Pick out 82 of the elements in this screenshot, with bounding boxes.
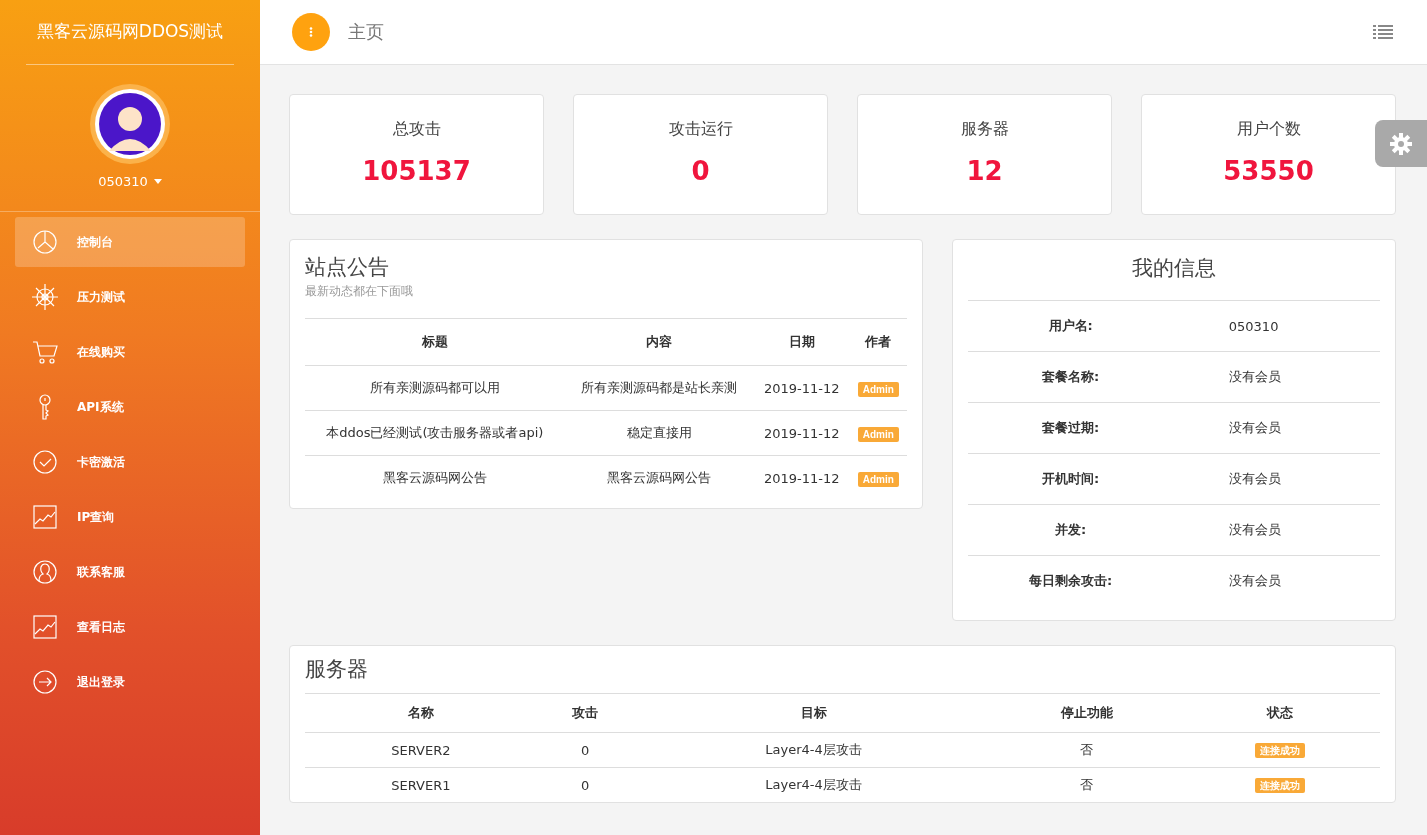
- column-header: 名称: [305, 693, 537, 733]
- stat-value: 0: [691, 156, 710, 186]
- sidebar-item[interactable]: 控制台: [15, 217, 245, 267]
- sidebar-item[interactable]: 联系客服: [15, 547, 245, 597]
- sidebar-item[interactable]: 查看日志: [15, 602, 245, 652]
- card-title: 站点公告: [305, 256, 390, 280]
- stat-value: 105137: [362, 156, 471, 186]
- author-badge: Admin: [857, 426, 899, 442]
- column-header: 目标: [633, 693, 994, 733]
- table-cell: 否: [993, 767, 1180, 803]
- stat-value: 12: [966, 156, 1003, 186]
- sidebar-item[interactable]: 压力测试: [15, 272, 245, 322]
- sidebar-item[interactable]: 卡密激活: [15, 437, 245, 487]
- column-header: 攻击: [536, 693, 634, 733]
- username-dropdown[interactable]: 050310: [96, 172, 164, 191]
- column-header: 内容: [564, 318, 754, 366]
- user-circle-icon: [31, 558, 59, 586]
- info-value: 没有会员: [1173, 453, 1380, 505]
- table-cell: SERVER1: [305, 767, 537, 803]
- stat-label: 总攻击: [392, 119, 441, 140]
- sidebar-item[interactable]: IP查询: [15, 492, 245, 542]
- table-cell: 黑客云源码网公告: [564, 455, 754, 501]
- line-chart-icon: [31, 613, 59, 641]
- info-label: 并发:: [967, 504, 1174, 556]
- author-badge: Admin: [857, 381, 899, 397]
- sidebar-item[interactable]: 退出登录: [15, 657, 245, 707]
- info-value: 没有会员: [1173, 351, 1380, 403]
- table-cell: 0: [536, 767, 634, 803]
- ship-wheel-icon: [31, 283, 59, 311]
- column-header: 作者: [849, 318, 907, 366]
- line-chart-icon: [31, 503, 59, 531]
- settings-icon: [1389, 131, 1413, 156]
- info-value: 050310: [1173, 300, 1380, 352]
- arrow-circle-icon: [31, 668, 59, 696]
- table-cell: 0: [536, 732, 634, 768]
- info-value: 没有会员: [1173, 504, 1380, 556]
- pie-chart-icon: [31, 228, 59, 256]
- card-title: 我的信息: [1130, 255, 1217, 282]
- table-cell: 否: [993, 732, 1180, 768]
- cart-icon: [31, 338, 59, 366]
- table-cell: 2019-11-12: [753, 410, 850, 456]
- table-cell: 所有亲测源码都可以用: [305, 365, 565, 411]
- stat-value: 53550: [1223, 156, 1314, 186]
- table-cell: 所有亲测源码都是站长亲测: [564, 365, 754, 411]
- info-value: 没有会员: [1173, 555, 1380, 606]
- info-label: 套餐过期:: [967, 402, 1174, 454]
- table-cell: 本ddos已经测试(攻击服务器或者api): [305, 410, 565, 456]
- page-title: 主页: [348, 20, 385, 44]
- column-header: 停止功能: [993, 693, 1180, 733]
- sidebar-item[interactable]: 在线购买: [15, 327, 245, 377]
- info-label: 每日剩余攻击:: [967, 555, 1174, 606]
- check-circle-icon: [31, 448, 59, 476]
- table-cell: 2019-11-12: [753, 365, 850, 411]
- table-cell: 黑客云源码网公告: [305, 455, 565, 501]
- table-cell: 稳定直接用: [564, 410, 754, 456]
- more-icon: [309, 27, 313, 37]
- info-label: 用户名:: [967, 300, 1174, 352]
- column-header: 标题: [305, 318, 565, 366]
- info-label: 套餐名称:: [967, 351, 1174, 403]
- site-title: 黑客云源码网DDOS测试: [36, 20, 224, 43]
- stat-label: 用户个数: [1236, 119, 1301, 140]
- card-subtitle: 最新动态都在下面哦: [305, 283, 414, 301]
- status-badge: 连接成功: [1254, 778, 1305, 794]
- table-cell: Layer4-4层攻击: [633, 767, 994, 803]
- table-cell: Layer4-4层攻击: [633, 732, 994, 768]
- info-label: 开机时间:: [967, 453, 1174, 505]
- stat-label: 攻击运行: [668, 119, 733, 140]
- author-badge: Admin: [857, 471, 899, 487]
- more-button[interactable]: [292, 13, 330, 51]
- column-header: 日期: [753, 318, 850, 366]
- status-badge: 连接成功: [1254, 743, 1305, 759]
- sidebar-item[interactable]: API系统: [15, 382, 245, 432]
- card-title: 服务器: [305, 658, 369, 682]
- user-silhouette-icon: [95, 89, 165, 159]
- table-cell: SERVER2: [305, 732, 537, 768]
- stat-label: 服务器: [960, 119, 1009, 140]
- list-icon[interactable]: [1373, 24, 1393, 40]
- caret-icon: [153, 179, 162, 184]
- info-value: 没有会员: [1173, 402, 1380, 454]
- settings-button[interactable]: [1375, 120, 1427, 167]
- column-header: 状态: [1179, 693, 1380, 733]
- table-cell: 2019-11-12: [753, 455, 850, 501]
